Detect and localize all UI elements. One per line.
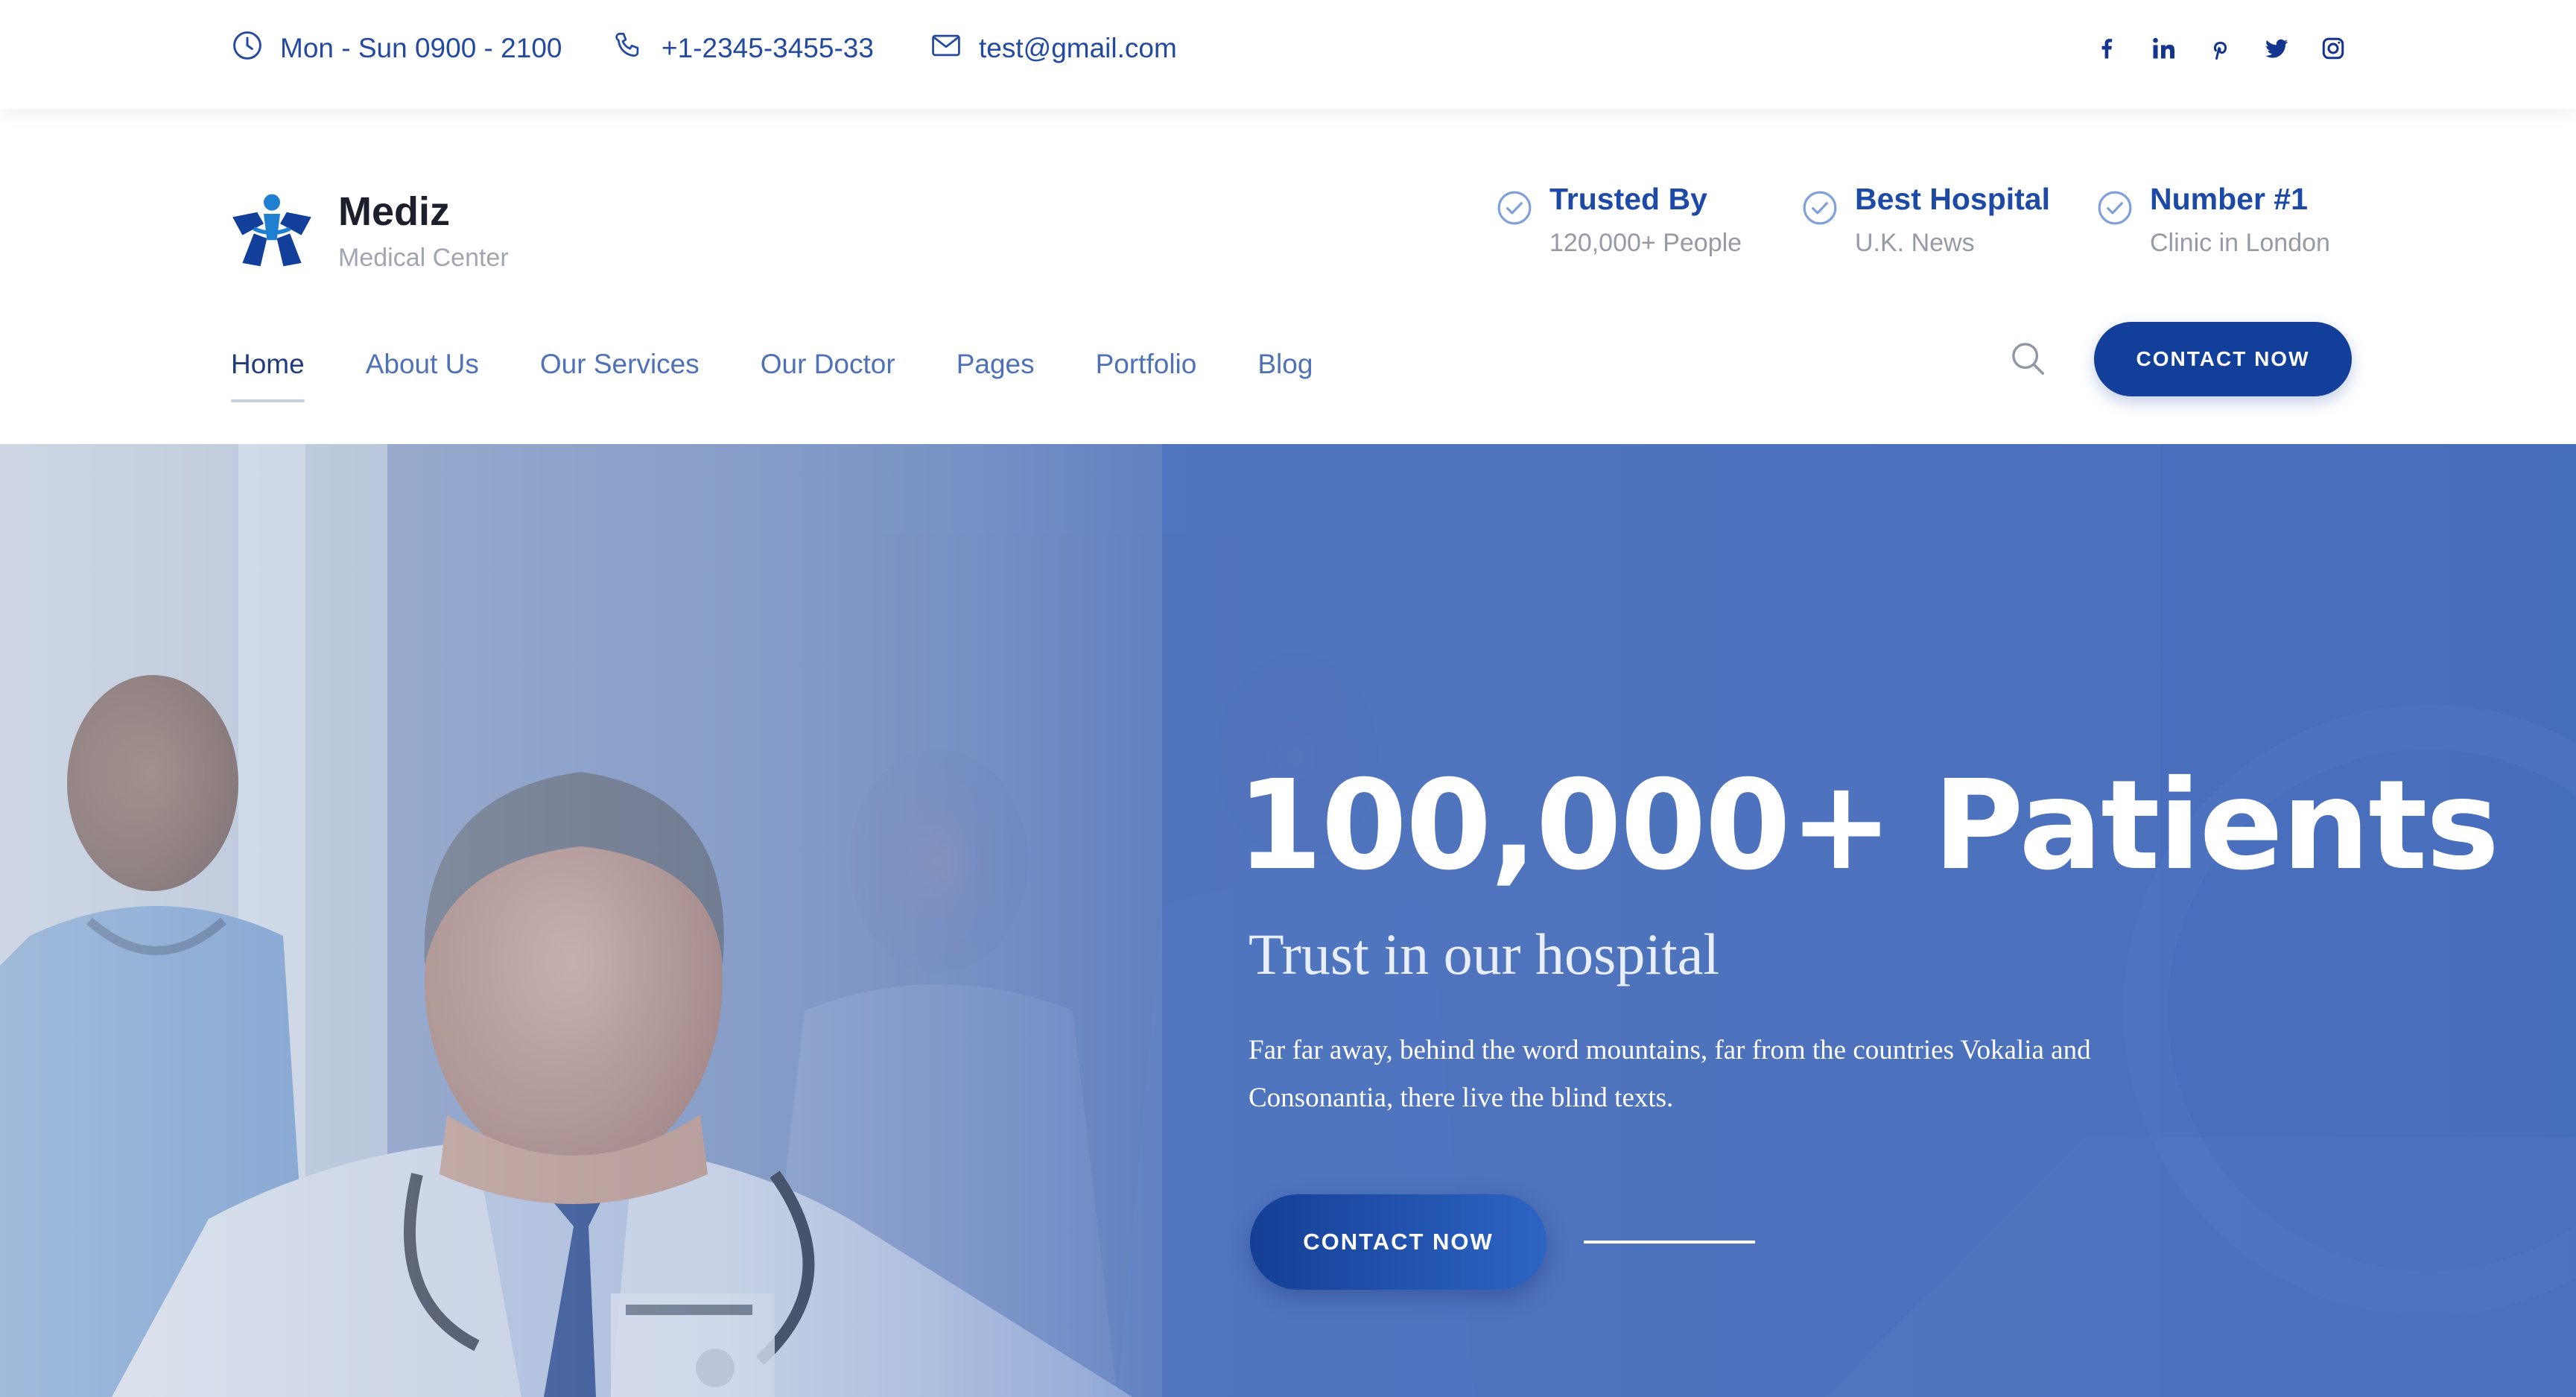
nav-item-pages[interactable]: Pages — [957, 349, 1035, 380]
brand-text: Mediz Medical Center — [338, 191, 509, 273]
hero-content: 100,000+ Patients Trust in our hospital … — [1237, 754, 2499, 1122]
facebook-icon[interactable] — [2090, 32, 2123, 65]
top-bar: Mon - Sun 0900 - 2100 +1-2345-3455-33 te… — [0, 0, 2576, 109]
hero-contact-now-button[interactable]: CONTACT NOW — [1250, 1194, 1546, 1290]
trust-badge-number-one: Number #1 Clinic in London — [2096, 182, 2330, 258]
mail-icon — [930, 29, 962, 69]
hero-title: 100,000+ Patients — [1237, 754, 2499, 898]
email-contact[interactable]: test@gmail.com — [930, 0, 1177, 97]
nav-item-portfolio[interactable]: Portfolio — [1096, 349, 1197, 380]
hero-actions: CONTACT NOW — [1250, 1194, 1755, 1290]
linkedin-icon[interactable] — [2147, 32, 2180, 65]
page: Mon - Sun 0900 - 2100 +1-2345-3455-33 te… — [0, 0, 2576, 1397]
twitter-icon[interactable] — [2260, 32, 2293, 65]
trust-badge-best-hospital: Best Hospital U.K. News — [1801, 182, 2050, 258]
trust-badge-subtitle: U.K. News — [1855, 229, 1975, 257]
trust-badge-trusted-by: Trusted By 120,000+ People — [1496, 182, 1742, 258]
clock-icon — [231, 29, 264, 69]
opening-hours: Mon - Sun 0900 - 2100 — [231, 0, 562, 97]
hero-subtitle: Trust in our hospital — [1249, 922, 1720, 986]
decorative-line — [1584, 1241, 1755, 1244]
search-icon[interactable] — [2008, 338, 2048, 378]
brand-tagline: Medical Center — [338, 244, 509, 272]
brand-name: Mediz — [338, 189, 451, 234]
phone-icon — [612, 29, 645, 69]
trust-badge-title: Trusted By — [1549, 182, 1707, 216]
trust-badge-title: Number #1 — [2150, 182, 2308, 216]
main-nav: Home About Us Our Services Our Doctor Pa… — [231, 349, 1313, 402]
instagram-icon[interactable] — [2317, 32, 2350, 65]
hero-description: Far far away, behind the word mountains,… — [1249, 1035, 2091, 1113]
pinterest-icon[interactable] — [2204, 32, 2236, 65]
check-circle-icon — [1496, 182, 1533, 258]
hero-banner: 100,000+ Patients Trust in our hospital … — [0, 444, 2576, 1397]
phone-text: +1-2345-3455-33 — [662, 33, 874, 63]
nav-item-about-us[interactable]: About Us — [366, 349, 479, 380]
site-header: Mediz Medical Center Trusted By 120,000+… — [0, 109, 2576, 444]
brand-logo[interactable]: Mediz Medical Center — [231, 189, 509, 275]
social-links — [2090, 0, 2350, 97]
opening-hours-text: Mon - Sun 0900 - 2100 — [280, 33, 562, 63]
medical-cross-logo-icon — [231, 189, 313, 275]
nav-item-home[interactable]: Home — [231, 349, 305, 402]
check-circle-icon — [2096, 182, 2134, 258]
email-text: test@gmail.com — [979, 33, 1177, 63]
phone-contact[interactable]: +1-2345-3455-33 — [612, 0, 874, 97]
trust-badge-subtitle: 120,000+ People — [1549, 229, 1742, 257]
check-circle-icon — [1801, 182, 1839, 258]
nav-item-our-services[interactable]: Our Services — [540, 349, 699, 380]
trust-badge-subtitle: Clinic in London — [2150, 229, 2330, 257]
contact-now-button[interactable]: CONTACT NOW — [2094, 322, 2352, 396]
nav-item-our-doctor[interactable]: Our Doctor — [761, 349, 895, 380]
trust-badge-title: Best Hospital — [1855, 182, 2050, 216]
nav-item-blog[interactable]: Blog — [1257, 349, 1313, 380]
